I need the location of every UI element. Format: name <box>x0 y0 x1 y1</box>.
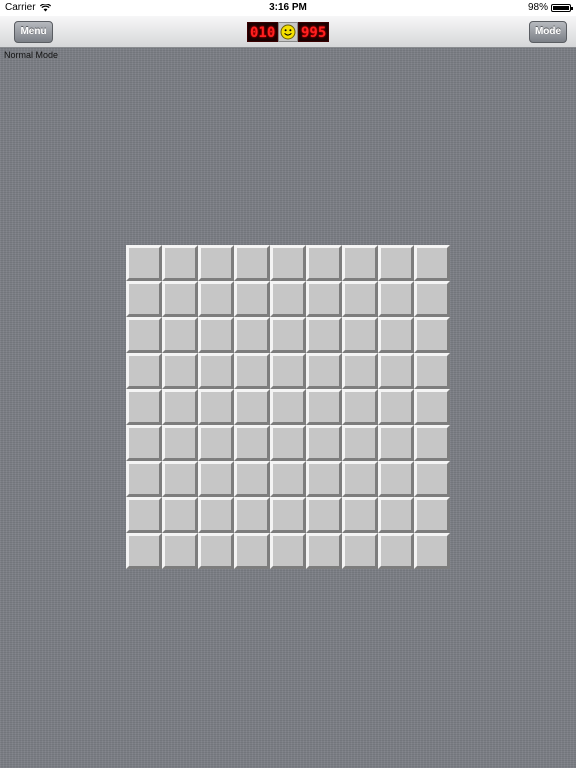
minefield-cell[interactable] <box>198 461 234 497</box>
minefield-cell[interactable] <box>234 317 270 353</box>
minefield-cell[interactable] <box>342 245 378 281</box>
minefield-cell[interactable] <box>378 425 414 461</box>
minefield-cell[interactable] <box>162 353 198 389</box>
game-mode-label: Normal Mode <box>4 50 59 60</box>
minefield-cell[interactable] <box>342 281 378 317</box>
minefield-cell[interactable] <box>342 497 378 533</box>
minefield-cell[interactable] <box>162 281 198 317</box>
minefield-cell[interactable] <box>270 245 306 281</box>
minefield-cell[interactable] <box>126 533 162 569</box>
minefield-cell[interactable] <box>270 389 306 425</box>
minefield-grid <box>126 245 450 569</box>
minefield-cell[interactable] <box>414 353 450 389</box>
minefield-cell[interactable] <box>270 317 306 353</box>
minefield-cell[interactable] <box>234 533 270 569</box>
minefield-cell[interactable] <box>162 389 198 425</box>
minefield-cell[interactable] <box>306 245 342 281</box>
minefield-cell[interactable] <box>378 353 414 389</box>
minefield-cell[interactable] <box>234 281 270 317</box>
minefield-cell[interactable] <box>270 497 306 533</box>
minefield-cell[interactable] <box>414 497 450 533</box>
minefield-cell[interactable] <box>198 425 234 461</box>
minefield-cell[interactable] <box>162 461 198 497</box>
minefield-cell[interactable] <box>378 461 414 497</box>
nav-bar: Menu 010 995 Mode <box>0 16 576 48</box>
minefield-cell[interactable] <box>162 497 198 533</box>
minefield-cell[interactable] <box>162 533 198 569</box>
status-time: 3:16 PM <box>269 2 307 13</box>
minefield-cell[interactable] <box>306 497 342 533</box>
minefield-cell[interactable] <box>162 317 198 353</box>
mode-button[interactable]: Mode <box>529 21 567 43</box>
minefield-cell[interactable] <box>234 497 270 533</box>
battery-icon <box>551 4 573 12</box>
minefield-cell[interactable] <box>234 461 270 497</box>
smiley-face-icon <box>280 24 296 40</box>
minefield-cell[interactable] <box>126 389 162 425</box>
minefield-cell[interactable] <box>162 425 198 461</box>
minefield-cell[interactable] <box>306 281 342 317</box>
minefield-cell[interactable] <box>378 281 414 317</box>
battery-indicator: 98% <box>527 0 573 16</box>
minefield-cell[interactable] <box>378 389 414 425</box>
game-hud: 010 995 <box>247 22 329 42</box>
minefield-cell[interactable] <box>342 317 378 353</box>
minefield-cell[interactable] <box>126 497 162 533</box>
minefield-cell[interactable] <box>126 317 162 353</box>
minefield-cell[interactable] <box>414 425 450 461</box>
minefield-cell[interactable] <box>306 317 342 353</box>
minefield-cell[interactable] <box>342 425 378 461</box>
minefield-cell[interactable] <box>198 281 234 317</box>
minefield-cell[interactable] <box>270 425 306 461</box>
minefield-cell[interactable] <box>198 245 234 281</box>
minefield-cell[interactable] <box>126 281 162 317</box>
minefield-cell[interactable] <box>306 389 342 425</box>
minefield-cell[interactable] <box>198 497 234 533</box>
minefield-cell[interactable] <box>198 317 234 353</box>
minefield-cell[interactable] <box>234 389 270 425</box>
minefield-cell[interactable] <box>378 533 414 569</box>
minefield-cell[interactable] <box>414 281 450 317</box>
minefield-cell[interactable] <box>342 353 378 389</box>
minefield-cell[interactable] <box>270 353 306 389</box>
minefield-cell[interactable] <box>198 353 234 389</box>
mine-counter-display: 995 <box>298 22 329 42</box>
minefield-cell[interactable] <box>306 353 342 389</box>
minefield-cell[interactable] <box>342 461 378 497</box>
timer-display: 010 <box>247 22 278 42</box>
minefield-cell[interactable] <box>378 245 414 281</box>
minefield-cell[interactable] <box>126 425 162 461</box>
minefield-cell[interactable] <box>198 389 234 425</box>
minefield-cell[interactable] <box>342 389 378 425</box>
minefield-cell[interactable] <box>234 425 270 461</box>
minefield-cell[interactable] <box>414 461 450 497</box>
minefield-cell[interactable] <box>270 461 306 497</box>
minefield-cell[interactable] <box>126 245 162 281</box>
minefield-cell[interactable] <box>162 245 198 281</box>
minefield-cell[interactable] <box>414 245 450 281</box>
minefield-cell[interactable] <box>378 317 414 353</box>
minefield-cell[interactable] <box>270 281 306 317</box>
minefield-cell[interactable] <box>306 533 342 569</box>
minefield-cell[interactable] <box>306 425 342 461</box>
minefield-cell[interactable] <box>414 317 450 353</box>
minefield-cell[interactable] <box>234 245 270 281</box>
status-bar: Carrier 3:16 PM 98% <box>0 0 576 16</box>
reset-smiley-button[interactable] <box>278 22 298 42</box>
minefield-cell[interactable] <box>414 389 450 425</box>
menu-button[interactable]: Menu <box>14 21 53 43</box>
minefield-cell[interactable] <box>414 533 450 569</box>
minefield-cell[interactable] <box>270 533 306 569</box>
minefield-cell[interactable] <box>342 533 378 569</box>
minefield-cell[interactable] <box>234 353 270 389</box>
minefield-cell[interactable] <box>126 461 162 497</box>
minefield-cell[interactable] <box>306 461 342 497</box>
minefield-cell[interactable] <box>198 533 234 569</box>
minefield-cell[interactable] <box>378 497 414 533</box>
battery-percent: 98% <box>527 2 548 13</box>
minefield-cell[interactable] <box>126 353 162 389</box>
